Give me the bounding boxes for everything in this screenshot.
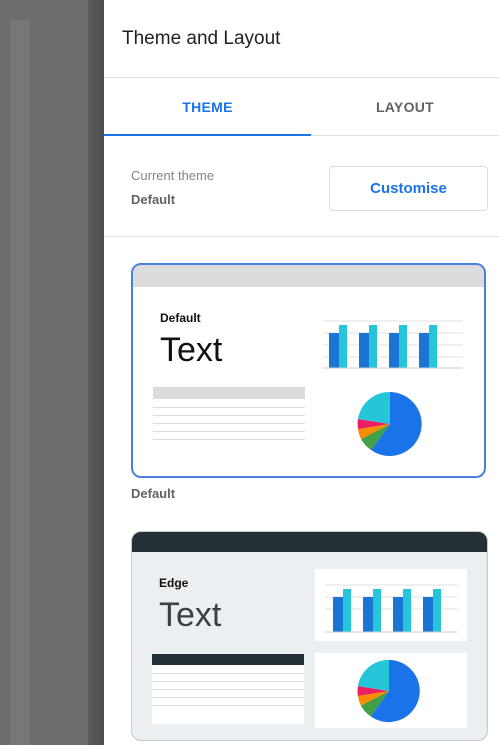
preview-heading-line [153,387,305,399]
customise-button[interactable]: Customise [329,166,488,211]
preview-heading-line [152,654,304,665]
current-theme-label: Current theme [131,168,215,183]
theme-sample-name: Edge [159,576,189,590]
theme-card-header-bar [132,532,487,552]
backdrop-edge [88,0,104,745]
edge-pie-chart-box [315,653,467,728]
preview-line [153,439,305,440]
theme-card-default[interactable]: Default Text [131,263,486,478]
preview-line [153,431,305,432]
theme-card-header-bar [133,265,484,287]
theme-sample-text: Text [159,596,222,634]
preview-line [152,697,304,698]
theme-card-edge[interactable]: Edge Text [131,531,488,741]
edge-bar-chart-box [315,569,467,641]
current-theme-section: Current theme Default Customise [104,136,499,237]
dimmed-backdrop[interactable] [0,0,104,745]
preview-line [153,423,305,424]
tab-layout[interactable]: LAYOUT [311,78,499,136]
preview-line [152,681,304,682]
text-lines-preview [152,654,304,724]
theme-sample-text: Text [160,331,223,369]
theme-sample-name: Default [160,311,201,325]
current-theme-value: Default [131,192,176,207]
bar-chart-icon [323,320,463,369]
bar-chart-icon [325,584,457,633]
text-lines-preview [153,387,305,447]
panel-header: Theme and Layout [104,0,499,78]
pie-chart-icon [357,659,420,723]
preview-line [152,705,304,706]
backdrop-strip [10,20,30,745]
theme-layout-panel: Theme and Layout THEME LAYOUT Current th… [104,0,499,745]
preview-line [152,673,304,674]
theme-caption-default: Default [131,486,176,501]
preview-line [153,407,305,408]
pie-chart-icon [357,391,422,456]
panel-title: Theme and Layout [122,27,281,49]
preview-line [152,689,304,690]
tab-bar: THEME LAYOUT [104,78,499,136]
preview-line [153,415,305,416]
tab-theme[interactable]: THEME [104,78,311,136]
